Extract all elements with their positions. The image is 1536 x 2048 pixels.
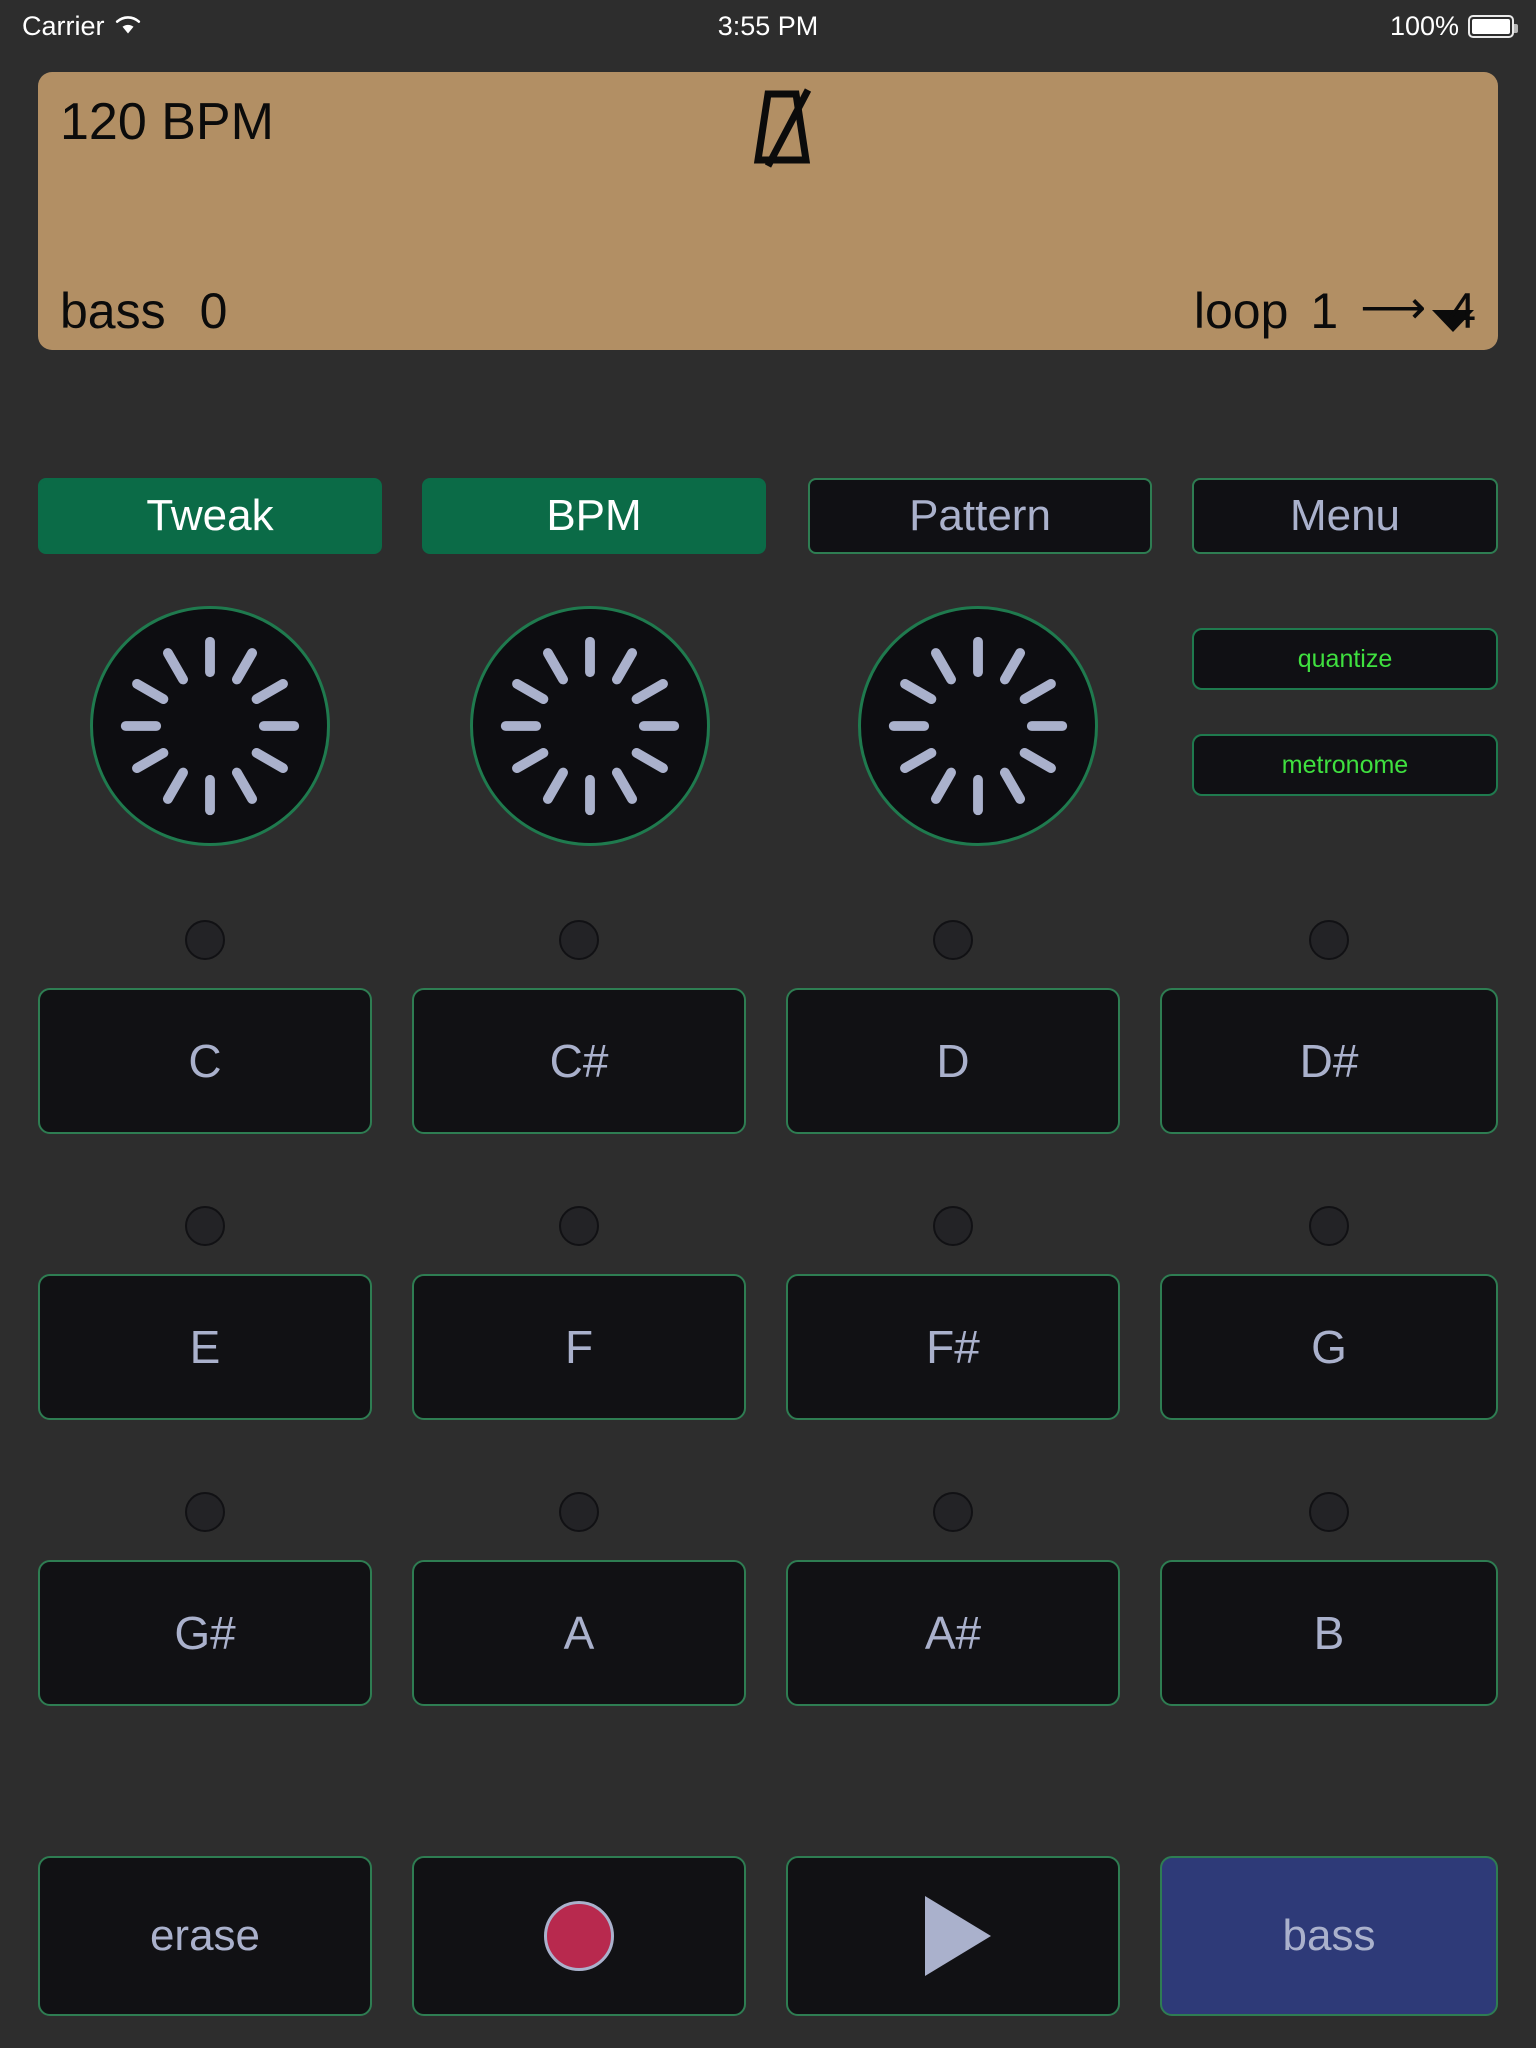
loop-readout: loop 1 ⟶ 4 xyxy=(1194,282,1476,340)
status-bar: Carrier 3:55 PM 100% xyxy=(0,0,1536,52)
toggle-quantize[interactable]: quantize xyxy=(1192,628,1498,690)
app-root: Carrier 3:55 PM 100% 120 BPM bass 0 loop… xyxy=(0,0,1536,2048)
bpm-readout: 120 BPM xyxy=(60,93,274,151)
knob-ticks xyxy=(888,636,1068,816)
note-button-c-sharp[interactable]: C# xyxy=(412,988,746,1134)
note-button-g[interactable]: G xyxy=(1160,1274,1498,1420)
mode-button-bpm[interactable]: BPM xyxy=(422,478,766,554)
note-led-d-sharp xyxy=(1309,920,1349,960)
note-led-g xyxy=(1309,1206,1349,1246)
note-button-a-sharp[interactable]: A# xyxy=(786,1560,1120,1706)
loop-start-value: 1 xyxy=(1310,283,1339,339)
metronome-icon xyxy=(738,82,828,168)
note-led-b xyxy=(1309,1492,1349,1532)
track-value: 0 xyxy=(199,283,228,339)
erase-button[interactable]: erase xyxy=(38,1856,372,2016)
play-icon xyxy=(925,1896,991,1976)
note-button-d-sharp[interactable]: D# xyxy=(1160,988,1498,1134)
note-led-c-sharp xyxy=(559,920,599,960)
note-button-c[interactable]: C xyxy=(38,988,372,1134)
note-led-d xyxy=(933,920,973,960)
mode-button-pattern[interactable]: Pattern xyxy=(808,478,1152,554)
play-button[interactable] xyxy=(786,1856,1120,2016)
mode-button-menu[interactable]: Menu xyxy=(1192,478,1498,554)
record-icon xyxy=(544,1901,614,1971)
note-button-d[interactable]: D xyxy=(786,988,1120,1134)
note-led-g-sharp xyxy=(185,1492,225,1532)
note-button-f[interactable]: F xyxy=(412,1274,746,1420)
battery-icon xyxy=(1468,14,1518,38)
note-button-f-sharp[interactable]: F# xyxy=(786,1274,1120,1420)
track-label: bass xyxy=(60,283,166,339)
knob-ticks xyxy=(120,636,300,816)
display-panel[interactable]: 120 BPM bass 0 loop 1 ⟶ 4 xyxy=(38,72,1498,350)
record-button[interactable] xyxy=(412,1856,746,2016)
note-led-e xyxy=(185,1206,225,1246)
note-led-a xyxy=(559,1492,599,1532)
note-button-e[interactable]: E xyxy=(38,1274,372,1420)
note-led-c xyxy=(185,920,225,960)
loop-arrow-icon: ⟶ xyxy=(1360,281,1427,333)
battery-percent-label: 100% xyxy=(1389,10,1459,41)
note-led-a-sharp xyxy=(933,1492,973,1532)
knob-2[interactable] xyxy=(470,606,710,846)
note-led-f xyxy=(559,1206,599,1246)
knob-3[interactable] xyxy=(858,606,1098,846)
loop-label: loop xyxy=(1193,283,1289,339)
loop-end-value: 4 xyxy=(1448,283,1476,339)
clock: 3:55 PM xyxy=(717,10,819,41)
toggle-metronome[interactable]: metronome xyxy=(1192,734,1498,796)
status-bar-right: 100% xyxy=(1389,10,1518,42)
note-button-a[interactable]: A xyxy=(412,1560,746,1706)
note-button-g-sharp[interactable]: G# xyxy=(38,1560,372,1706)
instrument-button-bass[interactable]: bass xyxy=(1160,1856,1498,2016)
mode-button-tweak[interactable]: Tweak xyxy=(38,478,382,554)
knob-ticks xyxy=(500,636,680,816)
track-readout: bass 0 xyxy=(60,282,227,340)
knob-1[interactable] xyxy=(90,606,330,846)
note-button-b[interactable]: B xyxy=(1160,1560,1498,1706)
note-led-f-sharp xyxy=(933,1206,973,1246)
